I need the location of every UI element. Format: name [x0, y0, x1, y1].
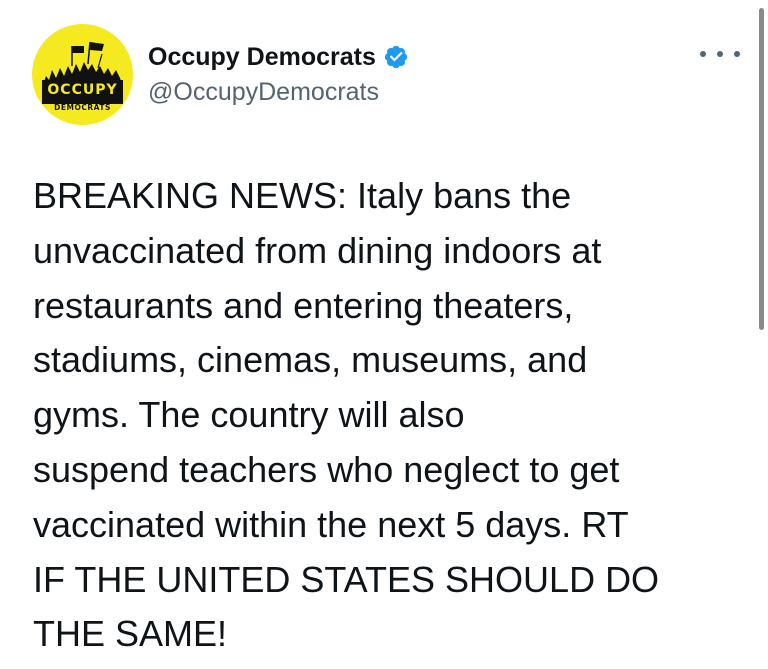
author-handle[interactable]: @OccupyDemocrats: [148, 78, 379, 107]
more-dot: [734, 51, 740, 57]
avatar[interactable]: OCCUPY DEMOCRATS: [32, 24, 133, 125]
more-options-icon[interactable]: [700, 44, 740, 64]
author-display-name[interactable]: Occupy Democrats: [148, 43, 376, 72]
more-dot: [717, 51, 723, 57]
scrollbar[interactable]: [759, 8, 764, 330]
author-name-row: Occupy Democrats: [148, 40, 409, 74]
tweet-text: BREAKING NEWS: Italy bans the unvaccinat…: [33, 175, 660, 655]
avatar-logo-text-bottom: DEMOCRATS: [54, 103, 111, 112]
avatar-logo-text-top: OCCUPY: [47, 82, 118, 98]
verified-badge-icon: [384, 45, 407, 69]
more-dot: [700, 51, 706, 57]
